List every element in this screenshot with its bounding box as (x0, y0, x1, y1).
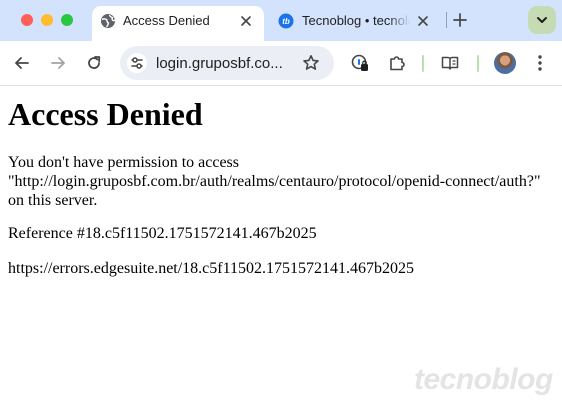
tune-icon (131, 57, 143, 69)
tab-title: Access Denied (123, 13, 210, 28)
toolbar-divider (477, 55, 479, 72)
svg-text:tb: tb (282, 17, 290, 26)
close-window-button[interactable] (21, 14, 33, 26)
close-icon[interactable] (239, 14, 253, 28)
url-text[interactable]: login.gruposbf.co... (156, 55, 283, 72)
reload-icon[interactable] (85, 54, 103, 72)
reading-list-icon[interactable] (441, 54, 459, 72)
close-icon[interactable] (416, 14, 430, 28)
tab-search-button[interactable] (528, 6, 556, 34)
error-url: https://errors.edgesuite.net/18.c5f11502… (8, 260, 415, 277)
password-manager-icon[interactable] (351, 54, 369, 72)
tab-strip: Access Denied tb Tecnoblog • tecnologia … (0, 0, 562, 41)
error-message: You don't have permission to access "htt… (8, 153, 540, 210)
requested-url: "http://login.gruposbf.com.br/auth/realm… (8, 173, 541, 190)
avatar[interactable] (494, 52, 516, 74)
maximize-window-button[interactable] (61, 14, 73, 26)
star-icon[interactable] (302, 54, 320, 72)
extensions-icon[interactable] (388, 54, 406, 72)
chevron-down-icon (537, 17, 547, 23)
back-arrow-icon[interactable] (13, 54, 31, 72)
toolbar-divider (422, 55, 424, 72)
page-content: Access Denied You don't have permission … (0, 87, 562, 410)
message-line: You don't have permission to access (8, 154, 240, 171)
plus-icon[interactable] (452, 12, 468, 28)
minimize-window-button[interactable] (41, 14, 53, 26)
tab-title: Tecnoblog • tecnologia que interessa (302, 13, 410, 28)
reference-number: Reference #18.c5f11502.1751572141.467b20… (8, 225, 317, 242)
site-info-button[interactable] (127, 53, 147, 73)
tab-tecnoblog[interactable]: tb Tecnoblog • tecnologia que interessa (270, 6, 440, 36)
browser-toolbar: login.gruposbf.co... (0, 41, 562, 86)
forward-arrow-icon[interactable] (49, 54, 67, 72)
kebab-menu-icon[interactable] (533, 54, 547, 72)
globe-icon (101, 14, 116, 28)
message-line: on this server. (8, 192, 98, 209)
address-bar[interactable]: login.gruposbf.co... (120, 46, 334, 80)
tab-separator (446, 12, 447, 28)
tecnoblog-icon: tb (278, 13, 294, 29)
tab-access-denied[interactable]: Access Denied (92, 6, 264, 41)
tecnoblog-watermark: tecnoblog (414, 363, 553, 396)
page-title: Access Denied (8, 96, 203, 132)
